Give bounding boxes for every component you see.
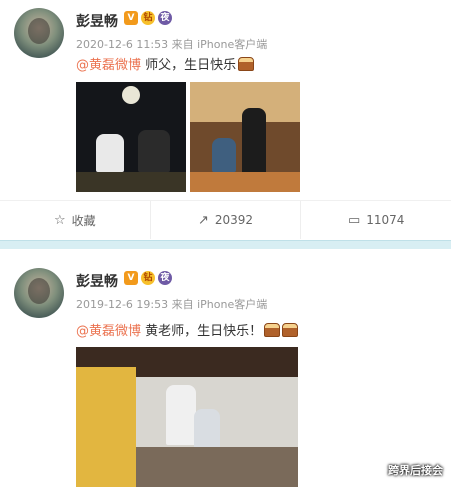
photo-table	[190, 172, 300, 192]
level-badge-icon: 夜	[158, 271, 172, 285]
favorite-label: 收藏	[71, 213, 96, 228]
cake-emoji-icon	[238, 57, 255, 71]
comment-button[interactable]: ▭ 11074	[300, 201, 451, 239]
verified-badge-icon: V	[124, 11, 138, 25]
feed-divider	[0, 240, 451, 249]
moon-icon	[122, 86, 140, 104]
watermark: 跨界后接会	[388, 464, 443, 477]
post-text: @黄磊微博 师父，生日快乐	[76, 54, 255, 73]
weibo-post: 彭昱畅 V 钻 夜 2020-12-6 11:53 来自 iPhone客户端 @…	[0, 0, 451, 240]
verified-badge-icon: V	[124, 271, 138, 285]
mention-link[interactable]: @黄磊微博	[76, 58, 141, 73]
cake-emoji-icon	[264, 323, 281, 337]
post-body: 师父，生日快乐	[141, 58, 237, 73]
member-badge-icon: 钻	[141, 11, 155, 25]
weibo-post: 彭昱畅 V 钻 夜 2019-12-6 19:53 来自 iPhone客户端 @…	[0, 252, 451, 487]
photo-figure	[96, 134, 124, 172]
post-photo[interactable]	[76, 347, 298, 487]
post-photo[interactable]	[190, 82, 300, 192]
post-text: @黄磊微博 黄老师，生日快乐！	[76, 320, 299, 339]
post-meta: 2020-12-6 11:53 来自 iPhone客户端	[76, 38, 268, 51]
photo-table	[76, 172, 186, 192]
photo-figure	[138, 130, 170, 172]
cake-emoji-icon	[282, 323, 299, 337]
favorite-button[interactable]: ☆ 收藏	[0, 201, 150, 239]
badge-row: V 钻 夜	[124, 11, 172, 25]
photo-figure	[212, 138, 236, 172]
photo-railing	[136, 447, 298, 487]
username[interactable]: 彭昱畅	[76, 11, 118, 31]
avatar[interactable]	[14, 268, 64, 318]
username[interactable]: 彭昱畅	[76, 271, 118, 291]
comment-icon: ▭	[347, 212, 361, 228]
badge-row: V 钻 夜	[124, 271, 172, 285]
star-icon: ☆	[54, 212, 66, 228]
repost-count: 20392	[214, 213, 254, 227]
post-photo[interactable]	[76, 82, 186, 192]
repost-button[interactable]: ↗ 20392	[149, 201, 301, 239]
post-meta: 2019-12-6 19:53 来自 iPhone客户端	[76, 298, 268, 311]
level-badge-icon: 夜	[158, 11, 172, 25]
avatar[interactable]	[14, 8, 64, 58]
member-badge-icon: 钻	[141, 271, 155, 285]
image-grid	[76, 347, 298, 487]
photo-figure	[166, 385, 196, 445]
action-bar: ☆ 收藏 ↗ 20392 ▭ 11074	[0, 200, 451, 239]
mention-link[interactable]: @黄磊微博	[76, 324, 141, 339]
repost-icon: ↗	[197, 212, 209, 228]
post-body: 黄老师，生日快乐！	[141, 324, 263, 339]
image-grid	[76, 82, 300, 192]
comment-count: 11074	[366, 213, 405, 227]
photo-corn	[76, 367, 136, 487]
